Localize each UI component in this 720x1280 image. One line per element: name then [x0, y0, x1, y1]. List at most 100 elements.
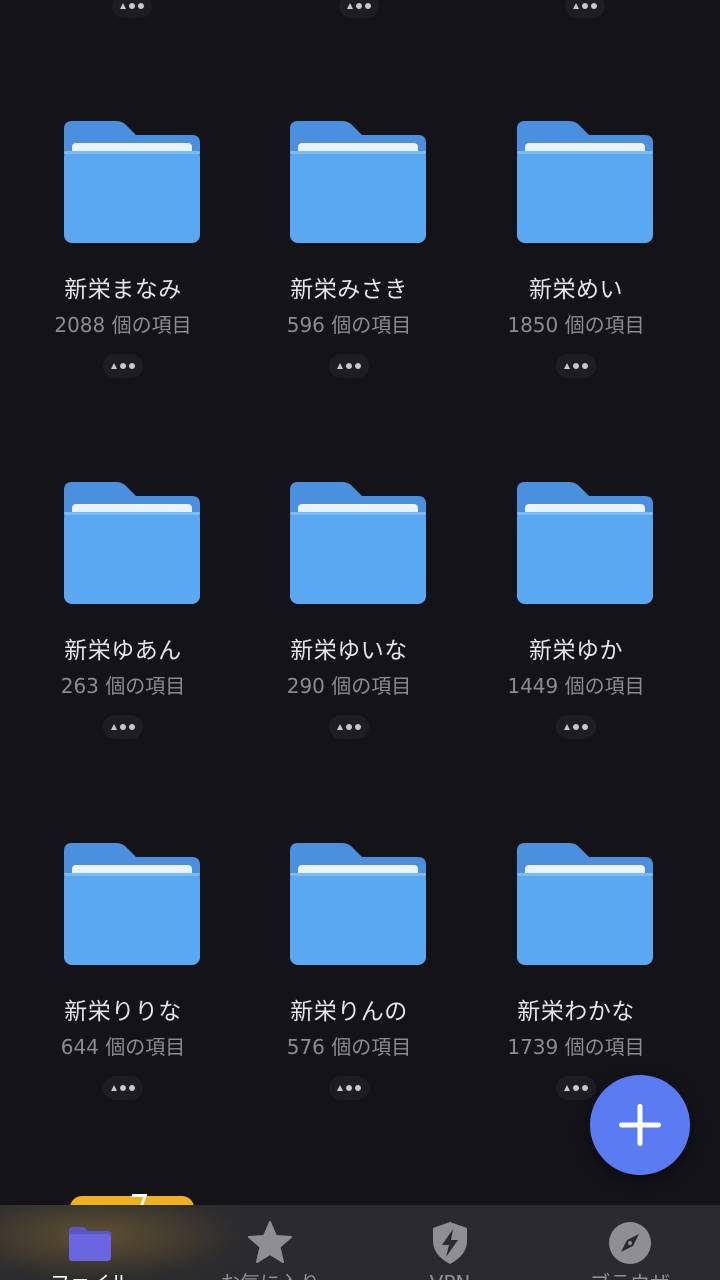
folder-item-count: 1449 個の項目 — [507, 674, 645, 698]
folder-item-count: 596 個の項目 — [286, 313, 412, 337]
more-button[interactable] — [556, 354, 596, 378]
bottom-tab-bar: ファイル お気に入り VPN ブラウザ — [0, 1205, 720, 1280]
folder-item-count: 290 個の項目 — [286, 674, 412, 698]
more-triangle-icon — [337, 1085, 343, 1091]
folder-icon — [64, 843, 200, 965]
more-button[interactable] — [103, 715, 143, 739]
more-dot-icon — [582, 3, 588, 9]
more-dot-icon — [365, 3, 371, 9]
folder-icon — [69, 1227, 111, 1261]
folder-item[interactable]: 新栄ゆあん 263 個の項目 — [10, 482, 236, 752]
tab-favorites[interactable]: お気に入り — [180, 1205, 360, 1280]
folder-icon — [290, 482, 426, 604]
more-button[interactable] — [329, 354, 369, 378]
folder-item[interactable]: 新栄りりな 644 個の項目 — [10, 843, 236, 1113]
more-dot-icon — [573, 724, 579, 730]
more-dot-icon — [138, 3, 144, 9]
folder-name: 新栄みさき — [290, 277, 408, 303]
tab-label: ファイル — [0, 1271, 180, 1280]
folder-name: 新栄ゆいな — [290, 638, 408, 664]
more-button[interactable] — [565, 0, 605, 18]
folder-icon — [290, 843, 426, 965]
folder-icon — [290, 121, 426, 243]
folder-name: 新栄ゆか — [529, 638, 623, 664]
folder-item[interactable]: 新栄めい 1850 個の項目 — [463, 121, 689, 391]
folder-item[interactable]: 新栄ゆいな 290 個の項目 — [236, 482, 462, 752]
folder-icon — [517, 121, 653, 243]
more-dot-icon — [356, 3, 362, 9]
more-triangle-icon — [564, 363, 570, 369]
more-dot-icon — [129, 3, 135, 9]
more-triangle-icon — [337, 363, 343, 369]
folder-item[interactable]: 新栄まなみ 2088 個の項目 — [10, 121, 236, 391]
more-button[interactable] — [103, 354, 143, 378]
more-dot-icon — [573, 1085, 579, 1091]
more-dot-icon — [120, 363, 126, 369]
more-triangle-icon — [120, 3, 126, 9]
more-dot-icon — [129, 724, 135, 730]
tab-files[interactable]: ファイル — [0, 1205, 180, 1280]
more-button[interactable] — [556, 715, 596, 739]
more-triangle-icon — [111, 363, 117, 369]
folder-item[interactable]: 新栄みさき 596 個の項目 — [236, 121, 462, 391]
more-triangle-icon — [337, 724, 343, 730]
tab-label: ブラウザ — [540, 1271, 720, 1280]
star-icon — [248, 1221, 292, 1263]
more-dot-icon — [355, 1085, 361, 1091]
folder-icon — [64, 121, 200, 243]
more-dot-icon — [129, 1085, 135, 1091]
more-triangle-icon — [564, 724, 570, 730]
more-dot-icon — [582, 1085, 588, 1091]
more-dot-icon — [346, 1085, 352, 1091]
more-button[interactable] — [112, 0, 152, 18]
more-dot-icon — [346, 363, 352, 369]
shield-bolt-icon — [433, 1222, 467, 1264]
more-dot-icon — [582, 724, 588, 730]
folder-item-count: 2088 個の項目 — [54, 313, 192, 337]
folder-icon — [64, 482, 200, 604]
folder-icon — [517, 482, 653, 604]
folder-item-count: 1850 個の項目 — [507, 313, 645, 337]
more-button[interactable] — [329, 715, 369, 739]
plus-icon — [619, 1104, 661, 1146]
more-triangle-icon — [111, 724, 117, 730]
folder-item-count: 644 個の項目 — [60, 1035, 186, 1059]
folder-item[interactable]: 新栄りんの 576 個の項目 — [236, 843, 462, 1113]
folder-item[interactable]: 新栄わかな 1739 個の項目 — [463, 843, 689, 1113]
more-dot-icon — [591, 3, 597, 9]
tab-vpn[interactable]: VPN — [360, 1205, 540, 1280]
folder-item[interactable]: 新栄ゆか 1449 個の項目 — [463, 482, 689, 752]
more-dot-icon — [355, 363, 361, 369]
more-button[interactable] — [556, 1076, 596, 1100]
more-triangle-icon — [573, 3, 579, 9]
tab-browser[interactable]: ブラウザ — [540, 1205, 720, 1280]
folder-item-count: 1739 個の項目 — [507, 1035, 645, 1059]
file-browser-screen: 新栄まなみ 2088 個の項目 新栄みさき 596 個の項目 新栄めい 1850… — [0, 0, 720, 1280]
folder-name: 新栄まなみ — [64, 277, 182, 303]
folder-item-count: 263 個の項目 — [60, 674, 186, 698]
more-dot-icon — [120, 724, 126, 730]
folder-icon — [517, 843, 653, 965]
more-triangle-icon — [564, 1085, 570, 1091]
more-dot-icon — [582, 363, 588, 369]
more-dot-icon — [573, 363, 579, 369]
more-triangle-icon — [347, 3, 353, 9]
more-button[interactable] — [329, 1076, 369, 1100]
folder-name: 新栄めい — [529, 277, 623, 303]
more-button[interactable] — [339, 0, 379, 18]
more-dot-icon — [355, 724, 361, 730]
more-dot-icon — [120, 1085, 126, 1091]
add-button[interactable] — [590, 1075, 690, 1175]
tab-label: VPN — [360, 1271, 540, 1280]
folder-item-count: 576 個の項目 — [286, 1035, 412, 1059]
more-triangle-icon — [111, 1085, 117, 1091]
compass-icon — [609, 1222, 651, 1264]
folder-name: 新栄ゆあん — [64, 638, 182, 664]
folder-name: 新栄りりな — [64, 999, 182, 1025]
more-dot-icon — [346, 724, 352, 730]
tab-label: お気に入り — [180, 1271, 360, 1280]
folder-name: 新栄わかな — [517, 999, 635, 1025]
folder-name: 新栄りんの — [290, 999, 408, 1025]
more-button[interactable] — [103, 1076, 143, 1100]
more-dot-icon — [129, 363, 135, 369]
